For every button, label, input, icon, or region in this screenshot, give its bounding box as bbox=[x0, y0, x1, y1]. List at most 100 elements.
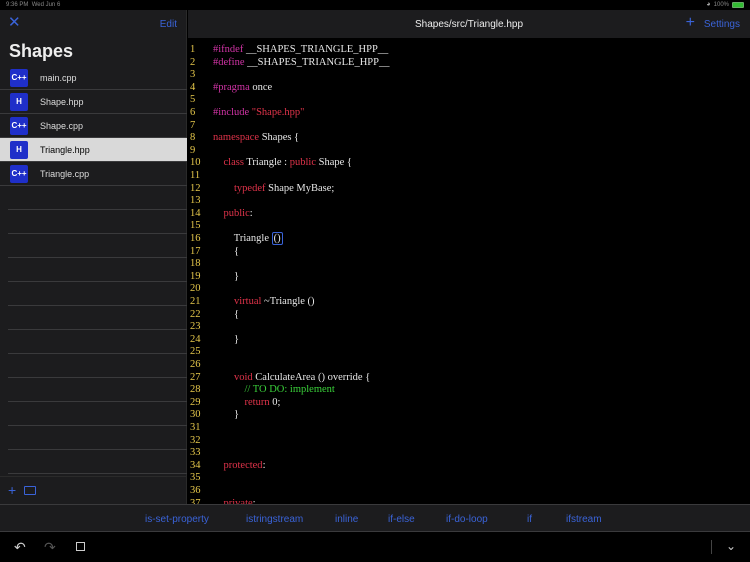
battery-percent: 100% bbox=[713, 1, 729, 8]
line-number: 22 bbox=[190, 308, 201, 320]
line-number: 31 bbox=[190, 422, 201, 433]
empty-list-row bbox=[8, 258, 187, 282]
line-text: public: bbox=[223, 207, 253, 219]
line-number: 20 bbox=[190, 283, 201, 295]
line-text: namespace Shapes { bbox=[213, 132, 300, 144]
line-number: 2 bbox=[190, 56, 196, 68]
line-number: 25 bbox=[190, 346, 201, 358]
line-text: } bbox=[213, 270, 240, 282]
status-bar: 9:36 PM Wed Jun 6 ◕ 100% bbox=[0, 0, 750, 10]
snippet-suggestion-bar: is-set-property istringstream inline if-els… bbox=[0, 504, 750, 532]
text-cursor: () bbox=[271, 232, 283, 245]
file-item[interactable]: C++ Shape.cpp bbox=[0, 114, 187, 138]
line-number: 16 bbox=[190, 233, 201, 244]
line-number: 9 bbox=[190, 144, 196, 156]
snippet-suggestion[interactable]: is-set-property bbox=[145, 514, 209, 525]
snippet-suggestion[interactable]: if-do-loop bbox=[446, 514, 488, 525]
line-text: void CalculateArea () override { bbox=[234, 371, 371, 383]
line-number: 17 bbox=[190, 245, 201, 257]
line-text: #ifndef __SHAPES_TRIANGLE_HPP__ bbox=[213, 44, 389, 55]
line-number: 36 bbox=[190, 485, 201, 496]
copy-icon[interactable] bbox=[76, 542, 85, 551]
file-name: Shape.hpp bbox=[40, 96, 84, 107]
empty-list-row bbox=[8, 354, 187, 378]
add-file-icon[interactable]: + bbox=[8, 482, 16, 498]
line-text: typedef Shape MyBase; bbox=[234, 182, 335, 194]
line-number: 12 bbox=[190, 182, 201, 194]
status-time-date: 9:36 PM Wed Jun 6 bbox=[6, 2, 60, 8]
empty-list-row bbox=[8, 426, 187, 450]
line-number: 34 bbox=[190, 459, 201, 471]
line-text: #include "Shape.hpp" bbox=[213, 107, 305, 118]
line-number: 8 bbox=[190, 132, 196, 144]
line-number: 24 bbox=[190, 333, 201, 345]
editor-header: Shapes/src/Triangle.hpp + Settings bbox=[188, 10, 750, 38]
line-text: return 0; bbox=[244, 396, 281, 408]
empty-list-row bbox=[8, 306, 187, 330]
toolbar-divider bbox=[711, 540, 712, 554]
edit-button[interactable]: Edit bbox=[160, 19, 177, 30]
snippet-suggestion[interactable]: istringstream bbox=[246, 514, 303, 525]
editor-file-title: Shapes/src/Triangle.hpp bbox=[414, 19, 524, 30]
line-number: 26 bbox=[190, 359, 201, 370]
file-name: Shape.cpp bbox=[40, 120, 84, 131]
line-text: protected: bbox=[223, 459, 266, 471]
line-number: 29 bbox=[190, 396, 201, 408]
redo-icon[interactable]: ↷ bbox=[44, 539, 56, 556]
status-time: 9:36 PM bbox=[6, 2, 29, 8]
cpp-file-icon: C++ bbox=[10, 116, 28, 135]
status-date: Wed Jun 6 bbox=[31, 2, 61, 8]
line-number: 37 bbox=[190, 497, 201, 504]
line-number: 32 bbox=[190, 434, 201, 446]
snippet-suggestion[interactable]: ifstream bbox=[566, 514, 602, 525]
file-item[interactable]: C++ main.cpp bbox=[0, 66, 187, 90]
line-number: 30 bbox=[190, 409, 201, 421]
line-text: { bbox=[213, 245, 240, 257]
line-number: 1 bbox=[190, 44, 196, 55]
line-text: Triangle () bbox=[213, 232, 283, 245]
line-number: 11 bbox=[190, 170, 201, 181]
file-name: Triangle.cpp bbox=[40, 168, 90, 179]
line-number: 15 bbox=[190, 220, 201, 232]
line-text: // TO DO: implement bbox=[244, 384, 335, 396]
line-number: 3 bbox=[190, 69, 196, 81]
empty-list-row bbox=[8, 186, 187, 210]
code-editor[interactable]: 1 #ifndef __SHAPES_TRIANGLE_HPP__ 2 #define… bbox=[188, 38, 750, 504]
empty-list-row bbox=[8, 330, 187, 354]
cpp-file-icon: C++ bbox=[10, 68, 28, 87]
line-text: #define __SHAPES_TRIANGLE_HPP__ bbox=[213, 56, 390, 68]
snippet-suggestion[interactable]: if bbox=[527, 514, 532, 525]
file-item[interactable]: C++ Triangle.cpp bbox=[0, 162, 187, 186]
empty-list-row bbox=[8, 210, 187, 234]
folder-icon[interactable] bbox=[24, 486, 36, 495]
line-text: } bbox=[213, 333, 240, 345]
line-text: class Triangle : public Shape { bbox=[223, 157, 352, 169]
bottom-toolbar: ↶ ↷ ⌄ bbox=[0, 532, 750, 562]
sidebar-header: ✕ Edit bbox=[0, 10, 186, 38]
file-item[interactable]: H Shape.hpp bbox=[0, 90, 187, 114]
settings-button[interactable]: Settings bbox=[704, 19, 740, 30]
line-number: 23 bbox=[190, 321, 201, 333]
header-file-icon: H bbox=[10, 140, 28, 159]
file-name: Triangle.hpp bbox=[40, 144, 90, 155]
file-item[interactable]: H Triangle.hpp bbox=[0, 138, 187, 162]
line-number: 35 bbox=[190, 472, 201, 484]
line-text: private: bbox=[223, 497, 256, 504]
close-icon[interactable]: ✕ bbox=[8, 15, 21, 30]
line-number: 33 bbox=[190, 447, 201, 459]
line-number: 13 bbox=[190, 195, 201, 207]
sidebar-footer: + bbox=[0, 476, 187, 504]
empty-list-row bbox=[8, 282, 187, 306]
snippet-suggestion[interactable]: inline bbox=[335, 514, 358, 525]
line-number: 27 bbox=[190, 371, 201, 383]
undo-icon[interactable]: ↶ bbox=[14, 539, 26, 556]
line-number: 28 bbox=[190, 384, 201, 396]
hide-keyboard-chevron-icon[interactable]: ⌄ bbox=[726, 539, 736, 553]
header-file-icon: H bbox=[10, 92, 28, 111]
empty-list-row bbox=[8, 234, 187, 258]
line-text: } bbox=[213, 409, 240, 421]
line-number: 10 bbox=[190, 157, 201, 169]
add-icon[interactable]: + bbox=[686, 14, 695, 32]
battery-icon bbox=[732, 1, 744, 8]
snippet-suggestion[interactable]: if-else bbox=[388, 514, 415, 525]
